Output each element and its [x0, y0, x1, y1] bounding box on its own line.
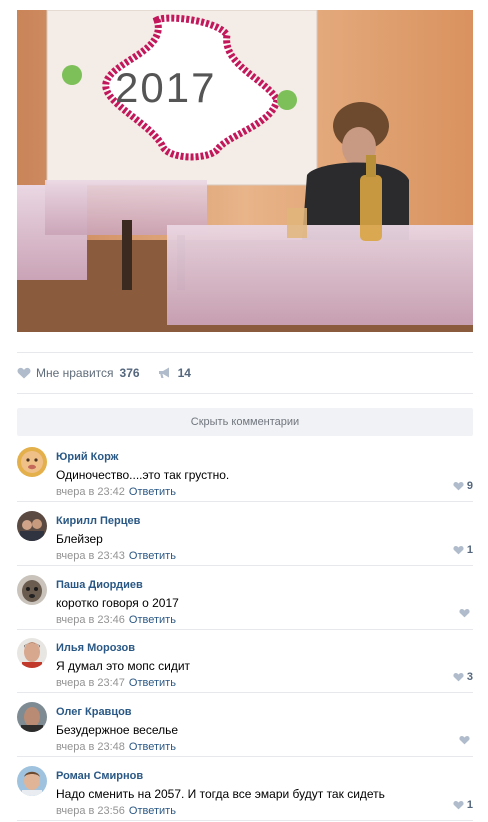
divider: [17, 352, 473, 353]
hide-comments-button[interactable]: Скрыть комментарии: [17, 408, 473, 436]
comment-author[interactable]: Паша Диордиев: [56, 578, 143, 592]
photo-scene: 2017: [17, 10, 473, 332]
comment-author[interactable]: Олег Кравцов: [56, 705, 132, 719]
comment-like-button[interactable]: 1: [453, 799, 473, 811]
comment-like-button[interactable]: 1: [453, 544, 473, 556]
avatar[interactable]: [17, 511, 47, 541]
comment-text: Безудержное веселье: [56, 723, 179, 737]
divider: [17, 393, 473, 394]
heart-icon: [459, 735, 470, 745]
heart-icon: [453, 545, 464, 555]
reply-button[interactable]: Ответить: [129, 486, 176, 498]
comment-author[interactable]: Роман Смирнов: [56, 769, 143, 783]
divider: [17, 820, 473, 821]
post-actions-bar: Мне нравится 376 14: [17, 364, 191, 382]
comment-text: Одиночество....это так грустно.: [56, 468, 230, 482]
heart-icon: [459, 608, 470, 618]
divider: [17, 501, 473, 502]
like-label: Мне нравится: [36, 366, 114, 380]
heart-icon: [453, 481, 464, 491]
comment-text: Блейзер: [56, 532, 103, 546]
comment-like-button[interactable]: [459, 608, 473, 618]
comment-date[interactable]: вчера в 23:56: [56, 805, 125, 817]
avatar[interactable]: [17, 447, 47, 477]
avatar[interactable]: [17, 638, 47, 668]
avatar[interactable]: [17, 575, 47, 605]
comment-date[interactable]: вчера в 23:42: [56, 486, 125, 498]
comment-date[interactable]: вчера в 23:46: [56, 614, 125, 626]
comment-item: Юрий Корж Одиночество....это так грустно…: [17, 447, 473, 503]
comment-date[interactable]: вчера в 23:43: [56, 550, 125, 562]
comment-item: Паша Диордиев коротко говоря о 2017 вчер…: [17, 575, 473, 631]
divider: [17, 565, 473, 566]
divider: [17, 692, 473, 693]
comment-text: Я думал это мопс сидит: [56, 659, 191, 673]
comment-item: Роман Смирнов Надо сменить на 2057. И то…: [17, 766, 473, 822]
comment-item: Олег Кравцов Безудержное веселье вчера в…: [17, 702, 473, 758]
comment-like-count: 3: [466, 671, 473, 683]
share-count: 14: [177, 366, 191, 380]
comment-date[interactable]: вчера в 23:48: [56, 741, 125, 753]
like-button[interactable]: Мне нравится 376: [17, 366, 140, 380]
avatar[interactable]: [17, 766, 47, 796]
share-button[interactable]: 14: [158, 366, 191, 380]
reply-button[interactable]: Ответить: [129, 677, 176, 689]
comment-like-count: 9: [466, 480, 473, 492]
comment-text: Надо сменить на 2057. И тогда все эмари …: [56, 787, 385, 801]
comment-item: Кирилл Перцев Блейзер вчера в 23:43 Ответ…: [17, 511, 473, 567]
photo-2017-text: 2017: [115, 64, 216, 111]
heart-icon: [17, 367, 31, 379]
heart-icon: [453, 800, 464, 810]
like-count: 376: [119, 366, 140, 380]
comment-author[interactable]: Илья Морозов: [56, 641, 135, 655]
comment-like-button[interactable]: [459, 735, 473, 745]
divider: [17, 756, 473, 757]
comment-like-button[interactable]: 3: [453, 671, 473, 683]
post-photo[interactable]: 2017: [17, 10, 473, 332]
reply-button[interactable]: Ответить: [129, 550, 176, 562]
comment-author[interactable]: Юрий Корж: [56, 450, 118, 464]
comment-date[interactable]: вчера в 23:47: [56, 677, 125, 689]
comment-text: коротко говоря о 2017: [56, 596, 179, 610]
comment-author[interactable]: Кирилл Перцев: [56, 514, 140, 528]
megaphone-icon: [158, 367, 169, 378]
comment-like-button[interactable]: 9: [453, 480, 473, 492]
comment-like-count: 1: [466, 799, 473, 811]
reply-button[interactable]: Ответить: [129, 805, 176, 817]
reply-button[interactable]: Ответить: [129, 614, 176, 626]
heart-icon: [453, 672, 464, 682]
reply-button[interactable]: Ответить: [129, 741, 176, 753]
comment-like-count: 1: [466, 544, 473, 556]
avatar[interactable]: [17, 702, 47, 732]
comment-item: Илья Морозов Я думал это мопс сидит вчер…: [17, 638, 473, 694]
divider: [17, 629, 473, 630]
